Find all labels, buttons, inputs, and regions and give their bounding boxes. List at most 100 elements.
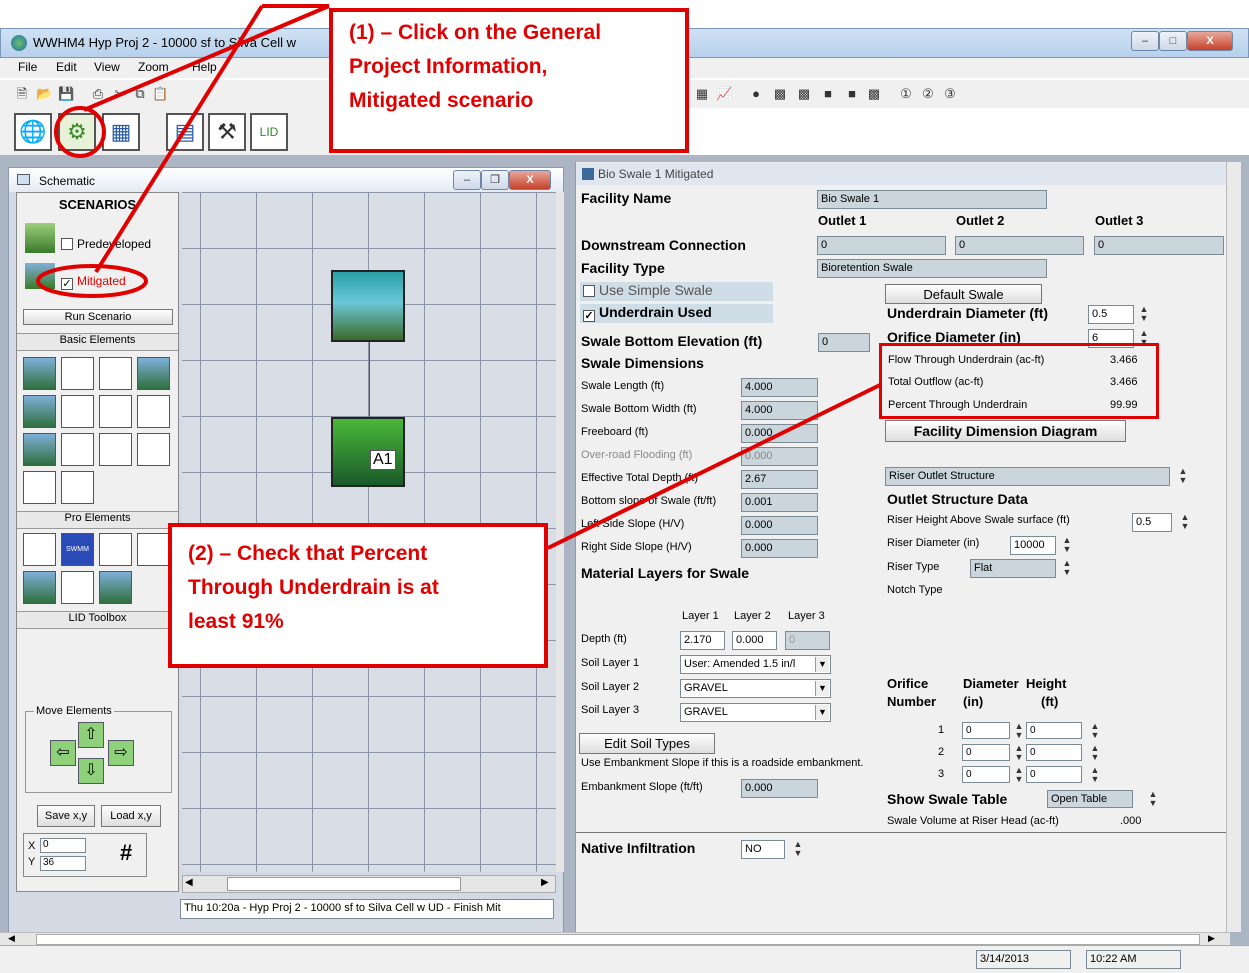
underdrain-diameter-spinner[interactable]: ▲ ▼ bbox=[1137, 305, 1151, 324]
circled-one-icon[interactable]: ① bbox=[898, 86, 914, 102]
native-infiltration-select[interactable]: NO bbox=[741, 840, 785, 859]
open-table-spinner[interactable]: ▲ ▼ bbox=[1146, 790, 1160, 809]
channel-icon[interactable] bbox=[99, 395, 132, 428]
riser-diameter-input[interactable]: 10000 bbox=[1010, 536, 1056, 555]
new-file-icon[interactable]: 🗎 bbox=[14, 86, 30, 102]
grid-toggle-icon[interactable]: # bbox=[120, 840, 132, 866]
tools-icon[interactable]: ⚒ bbox=[208, 113, 246, 151]
open-table-select[interactable]: Open Table bbox=[1047, 790, 1133, 808]
orifice-1-diameter-spinner[interactable]: ▲ ▼ bbox=[1012, 722, 1026, 741]
wetland-icon[interactable] bbox=[23, 471, 56, 504]
orifice-2-diameter[interactable]: 0 bbox=[962, 744, 1010, 761]
bottom-slope-input[interactable]: 0.001 bbox=[741, 493, 818, 512]
orifice-2-height-spinner[interactable]: ▲ ▼ bbox=[1088, 744, 1102, 763]
tank-icon[interactable] bbox=[99, 357, 132, 390]
schematic-close-button[interactable]: X bbox=[509, 170, 551, 190]
swmm-icon[interactable]: SWMM bbox=[61, 533, 94, 566]
downstream-outlet1[interactable]: 0 bbox=[817, 236, 946, 255]
riser-height-input[interactable]: 0.5 bbox=[1132, 513, 1172, 532]
arrow-right-icon[interactable]: ⇨ bbox=[108, 740, 134, 766]
cut-icon[interactable]: ✂ bbox=[112, 86, 128, 102]
copy-icon[interactable]: ⧉ bbox=[132, 86, 148, 102]
tool-b-icon[interactable]: ▩ bbox=[796, 86, 812, 102]
orifice-2-diameter-spinner[interactable]: ▲ ▼ bbox=[1012, 744, 1026, 763]
mitigated-checkbox[interactable]: ✓ Mitigated bbox=[61, 274, 126, 290]
underdrain-diameter-input[interactable]: 0.5 bbox=[1088, 305, 1134, 324]
analysis-icon[interactable]: ▦ bbox=[102, 113, 140, 151]
left-side-slope-input[interactable]: 0.000 bbox=[741, 516, 818, 535]
orifice-3-diameter[interactable]: 0 bbox=[962, 766, 1010, 783]
right-side-slope-input[interactable]: 0.000 bbox=[741, 539, 818, 558]
orifice-1-height[interactable]: 0 bbox=[1026, 722, 1082, 739]
calendar-icon[interactable] bbox=[61, 471, 94, 504]
globe-icon[interactable]: 🌐 bbox=[14, 113, 52, 151]
table-icon[interactable]: ▦ bbox=[694, 86, 710, 102]
circled-two-icon[interactable]: ② bbox=[920, 86, 936, 102]
orifice-3-height[interactable]: 0 bbox=[1026, 766, 1082, 783]
tool-a-icon[interactable]: ▩ bbox=[772, 86, 788, 102]
gravel-trench-icon[interactable] bbox=[61, 395, 94, 428]
trapezoid-pond-icon[interactable] bbox=[61, 357, 94, 390]
pro-e-icon[interactable] bbox=[23, 571, 56, 604]
irregular-pond-icon[interactable] bbox=[23, 433, 56, 466]
lateral-basin-icon[interactable] bbox=[23, 395, 56, 428]
open-folder-icon[interactable]: 📂 bbox=[36, 86, 52, 102]
maximize-button[interactable]: □ bbox=[1159, 31, 1187, 51]
orifice-1-diameter[interactable]: 0 bbox=[962, 722, 1010, 739]
riser-type-input[interactable]: Flat bbox=[970, 559, 1056, 578]
schematic-minimize-button[interactable]: – bbox=[453, 170, 481, 190]
menu-zoom[interactable]: Zoom bbox=[138, 60, 169, 74]
graph-icon[interactable]: 📈 bbox=[716, 86, 732, 102]
swale-element-icon[interactable] bbox=[61, 433, 94, 466]
circle-icon[interactable]: ● bbox=[748, 86, 764, 102]
load-xy-button[interactable]: Load x,y bbox=[101, 805, 161, 827]
facility-vscrollbar[interactable] bbox=[1226, 162, 1241, 932]
use-simple-swale-checkbox[interactable]: Use Simple Swale bbox=[580, 282, 773, 301]
pipe-icon[interactable] bbox=[23, 533, 56, 566]
over-road-flooding-input[interactable]: 0.000 bbox=[741, 447, 818, 466]
pro-f-icon[interactable] bbox=[61, 571, 94, 604]
facility-dimension-diagram-button[interactable]: Facility Dimension Diagram bbox=[885, 420, 1126, 442]
riser-diameter-spinner[interactable]: ▲ ▼ bbox=[1060, 536, 1074, 555]
flow-splitter-icon[interactable] bbox=[137, 395, 170, 428]
swale-bottom-elevation-input[interactable]: 0 bbox=[818, 333, 870, 352]
scroll-right-icon[interactable]: ▶ bbox=[541, 877, 549, 888]
soil-layer3-select[interactable]: GRAVEL ▼ bbox=[680, 703, 831, 722]
edit-soil-types-button[interactable]: Edit Soil Types bbox=[579, 733, 715, 754]
save-icon[interactable]: 💾 bbox=[58, 86, 74, 102]
main-scroll-left-icon[interactable]: ◀ bbox=[8, 933, 15, 944]
orifice-3-diameter-spinner[interactable]: ▲ ▼ bbox=[1012, 766, 1026, 785]
schematic-hscrollbar[interactable]: ◀ ▶ bbox=[182, 875, 556, 893]
main-scroll-thumb[interactable] bbox=[36, 934, 1200, 945]
tool-e-icon[interactable]: ▩ bbox=[866, 86, 882, 102]
main-hscrollbar[interactable]: ◀ ▶ bbox=[0, 932, 1230, 946]
soil-layer1-select[interactable]: User: Amended 1.5 in/l ▼ bbox=[680, 655, 831, 674]
cab-icon[interactable] bbox=[99, 533, 132, 566]
downstream-outlet2[interactable]: 0 bbox=[955, 236, 1084, 255]
save-xy-button[interactable]: Save x,y bbox=[37, 805, 95, 827]
circled-three-icon[interactable]: ③ bbox=[942, 86, 958, 102]
menu-file[interactable]: File bbox=[18, 60, 37, 74]
y-input[interactable]: 36 bbox=[40, 856, 86, 871]
general-project-info-icon[interactable]: ⚙ bbox=[58, 113, 96, 151]
underdrain-used-checkbox[interactable]: ✓ Underdrain Used bbox=[580, 304, 773, 323]
riser-height-spinner[interactable]: ▲ ▼ bbox=[1178, 513, 1192, 532]
x-input[interactable]: 0 bbox=[40, 838, 86, 853]
arrow-left-icon[interactable]: ⇦ bbox=[50, 740, 76, 766]
scroll-thumb[interactable] bbox=[227, 877, 461, 891]
minimize-button[interactable]: – bbox=[1131, 31, 1159, 51]
downstream-outlet3[interactable]: 0 bbox=[1094, 236, 1224, 255]
swale-length-input[interactable]: 4.000 bbox=[741, 378, 818, 397]
scroll-left-icon[interactable]: ◀ bbox=[185, 877, 193, 888]
depth-layer3-input[interactable]: 0 bbox=[785, 631, 830, 650]
print-icon[interactable]: ⎙ bbox=[90, 86, 106, 102]
orifice-3-height-spinner[interactable]: ▲ ▼ bbox=[1088, 766, 1102, 785]
menu-view[interactable]: View bbox=[94, 60, 120, 74]
report-icon[interactable]: ▤ bbox=[166, 113, 204, 151]
orifice-1-height-spinner[interactable]: ▲ ▼ bbox=[1088, 722, 1102, 741]
trench-element-icon[interactable] bbox=[99, 433, 132, 466]
riser-outlet-spinner[interactable]: ▲ ▼ bbox=[1176, 467, 1190, 486]
lid-icon[interactable]: LID bbox=[250, 113, 288, 151]
arrow-down-icon[interactable]: ⇩ bbox=[78, 758, 104, 784]
swale-bottom-width-input[interactable]: 4.000 bbox=[741, 401, 818, 420]
